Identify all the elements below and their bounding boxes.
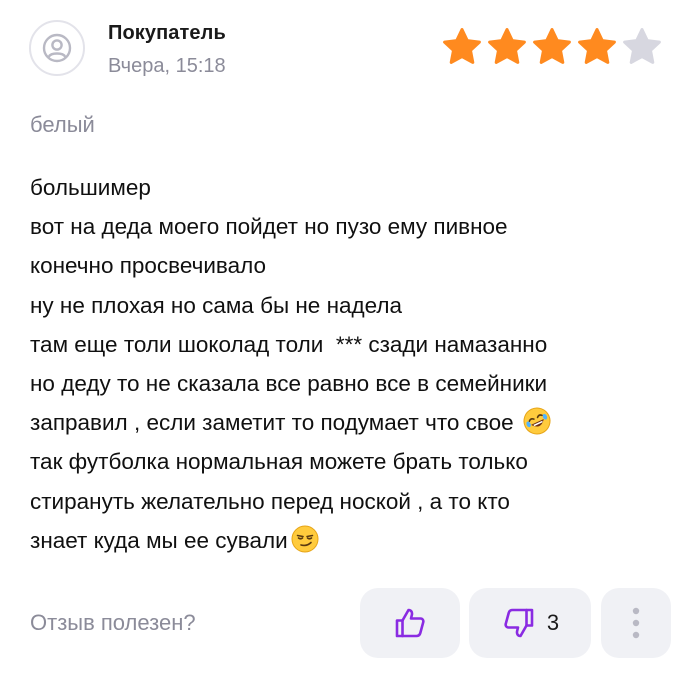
dislike-button[interactable]: 3: [469, 588, 591, 658]
review-line: стирануть желательно перед ноской , а то…: [30, 488, 510, 514]
star-empty-icon: [623, 28, 661, 64]
review-line: ну не плохая но сама бы не надела: [30, 292, 403, 318]
review-line: конечно просвечивало: [30, 253, 267, 279]
review-line: вот на деда моего пойдет но пузо ему пив…: [30, 214, 508, 240]
more-vertical-icon: [632, 607, 640, 639]
review-line: там еще толи шоколад толи *** сзади нама…: [30, 331, 548, 357]
product-variant: белый: [30, 112, 95, 137]
like-button[interactable]: [360, 588, 460, 658]
user-avatar-icon: [29, 20, 85, 76]
review-line: знает куда мы ее сували: [30, 521, 680, 560]
star-rating: [441, 26, 663, 68]
review-line-text: знает куда мы ее сували: [30, 527, 288, 553]
review-line: но деду то не сказала все равно все в се…: [30, 371, 548, 397]
star-filled-icon: [488, 28, 526, 64]
review-line: большимер: [30, 175, 151, 200]
review-text: большимер вот на деда моего пойдет но пу…: [30, 168, 680, 560]
thumbs-down-icon: [504, 608, 534, 638]
review-date: Вчера, 15:18: [108, 55, 226, 77]
rofl-emoji: [523, 407, 551, 435]
smirk-emoji: [291, 525, 319, 553]
helpful-label: Отзыв полезен?: [30, 610, 196, 635]
review-line-text: заправил , если заметит то подумает что …: [30, 410, 520, 436]
star-filled-icon: [533, 28, 571, 64]
star-filled-icon: [578, 28, 616, 64]
thumbs-up-icon: [395, 608, 425, 638]
review-card: Покупатель Вчера, 15:18 белый большимер …: [0, 0, 700, 681]
dislike-count: 3: [546, 610, 560, 635]
star-filled-icon: [443, 28, 481, 64]
author-name: Покупатель: [108, 22, 226, 44]
review-line: заправил , если заметит то подумает что …: [30, 403, 680, 442]
review-line: так футболка нормальная можете брать тол…: [30, 449, 528, 475]
more-button[interactable]: [601, 588, 671, 658]
